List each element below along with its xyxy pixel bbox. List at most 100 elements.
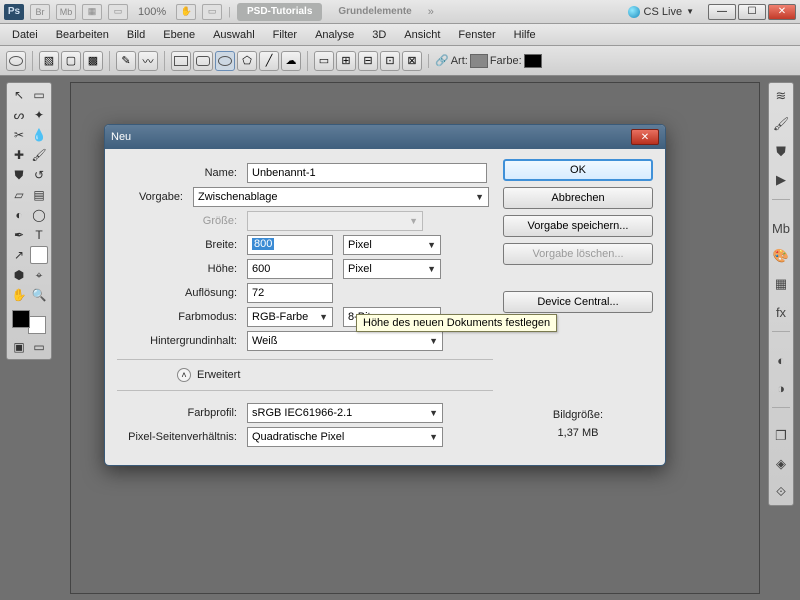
hand-tool-icon[interactable]: ✋ xyxy=(10,286,28,304)
path-select-icon[interactable]: ↗ xyxy=(10,246,28,264)
eraser-tool-icon[interactable]: ▱ xyxy=(10,186,28,204)
menu-3d[interactable]: 3D xyxy=(364,27,394,43)
view-icon[interactable]: ▭ xyxy=(202,4,222,20)
pathop-add-icon[interactable]: ⊞ xyxy=(336,51,356,71)
cancel-button[interactable]: Abbrechen xyxy=(503,187,653,209)
fillpixels-icon[interactable]: ▩ xyxy=(83,51,103,71)
wand-tool-icon[interactable]: ✦ xyxy=(30,106,48,124)
save-preset-button[interactable]: Vorgabe speichern... xyxy=(503,215,653,237)
height-input[interactable] xyxy=(247,259,333,279)
cs-live-button[interactable]: CS Live▼ xyxy=(628,6,694,18)
heal-tool-icon[interactable]: ✚ xyxy=(10,146,28,164)
blur-tool-icon[interactable]: ◐ xyxy=(10,206,28,224)
advanced-expander[interactable]: ˄ Erweitert xyxy=(177,368,493,382)
adjust2-panel-icon[interactable]: ◑ xyxy=(772,379,790,397)
menu-ebene[interactable]: Ebene xyxy=(155,27,203,43)
custom-shape-icon[interactable]: ☁ xyxy=(281,51,301,71)
3d-cam-icon[interactable]: ⌖ xyxy=(30,266,48,284)
roundrect-shape-icon[interactable] xyxy=(193,51,213,71)
menu-hilfe[interactable]: Hilfe xyxy=(506,27,544,43)
pen-tool-icon[interactable]: ✒ xyxy=(10,226,28,244)
shape-tool-icon[interactable] xyxy=(30,246,48,264)
pen-icon[interactable]: ✎ xyxy=(116,51,136,71)
par-dropdown[interactable]: Quadratische Pixel▼ xyxy=(247,427,443,447)
color-panel-icon[interactable]: 🎨 xyxy=(772,247,790,265)
swatches-panel-icon[interactable]: ▦ xyxy=(772,275,790,293)
preset-dropdown[interactable]: Zwischenablage▼ xyxy=(193,187,489,207)
window-close-button[interactable]: ✕ xyxy=(768,4,796,20)
stamp-tool-icon[interactable]: ⛊ xyxy=(10,166,28,184)
dialog-titlebar[interactable]: Neu ✕ xyxy=(105,125,665,149)
zoom-tool-icon[interactable]: 🔍 xyxy=(30,286,48,304)
quickmask-icon[interactable]: ▣ xyxy=(10,338,28,356)
gradient-tool-icon[interactable]: ▤ xyxy=(30,186,48,204)
hand-icon[interactable]: ✋ xyxy=(176,4,196,20)
minibridge-panel-icon[interactable]: Mb xyxy=(772,219,790,237)
move-tool-icon[interactable]: ↖ xyxy=(10,86,28,104)
3d-tool-icon[interactable]: ⬢ xyxy=(10,266,28,284)
fg-bg-swatch[interactable] xyxy=(10,308,48,336)
screenmode-icon[interactable]: ▭ xyxy=(108,4,128,20)
arrange-icon[interactable]: ▦ xyxy=(82,4,102,20)
mode-dropdown[interactable]: RGB-Farbe▼ xyxy=(247,307,333,327)
marquee-tool-icon[interactable]: ▭ xyxy=(30,86,48,104)
dialog-close-button[interactable]: ✕ xyxy=(631,129,659,145)
ok-button[interactable]: OK xyxy=(503,159,653,181)
bridge-chip[interactable]: Br xyxy=(30,4,50,20)
shape-layer-icon[interactable]: ▧ xyxy=(39,51,59,71)
type-tool-icon[interactable]: T xyxy=(30,226,48,244)
ellipse-shape-icon[interactable] xyxy=(215,51,235,71)
brushes-panel-icon[interactable]: 🖌 xyxy=(772,115,790,133)
rect-shape-icon[interactable] xyxy=(171,51,191,71)
brush-tool-icon[interactable]: 🖌 xyxy=(30,146,48,164)
crop-tool-icon[interactable]: ✂ xyxy=(10,126,28,144)
pathop-sub-icon[interactable]: ⊟ xyxy=(358,51,378,71)
tool-preset-icon[interactable] xyxy=(6,51,26,71)
zoom-level[interactable]: 100% xyxy=(134,6,170,18)
pathop-xor-icon[interactable]: ⊠ xyxy=(402,51,422,71)
menu-analyse[interactable]: Analyse xyxy=(307,27,362,43)
bg-color-icon[interactable] xyxy=(28,316,46,334)
width-unit-dropdown[interactable]: Pixel▼ xyxy=(343,235,441,255)
pathop-new-icon[interactable]: ▭ xyxy=(314,51,334,71)
lasso-tool-icon[interactable]: ᔕ xyxy=(10,106,28,124)
fg-color-icon[interactable] xyxy=(12,310,30,328)
screenmode2-icon[interactable]: ▭ xyxy=(30,338,48,356)
history-brush-icon[interactable]: ↺ xyxy=(30,166,48,184)
menu-datei[interactable]: Datei xyxy=(4,27,46,43)
resolution-input[interactable] xyxy=(247,283,333,303)
clone-panel-icon[interactable]: ⛊ xyxy=(772,143,790,161)
window-maximize-button[interactable]: ☐ xyxy=(738,4,766,20)
adjustments-panel-icon[interactable]: ≋ xyxy=(772,87,790,105)
workspace-tab-inactive[interactable]: Grundelemente xyxy=(328,3,421,21)
masks-panel-icon[interactable]: ◐ xyxy=(772,351,790,369)
paths-icon[interactable]: ▢ xyxy=(61,51,81,71)
minibridge-chip[interactable]: Mb xyxy=(56,4,76,20)
layers-panel-icon[interactable]: ❐ xyxy=(772,427,790,445)
color-swatch[interactable] xyxy=(524,54,542,68)
channels-panel-icon[interactable]: ◈ xyxy=(772,455,790,473)
window-minimize-button[interactable]: — xyxy=(708,4,736,20)
link-icon[interactable]: 🔗 xyxy=(435,54,449,67)
line-shape-icon[interactable]: ╱ xyxy=(259,51,279,71)
menu-ansicht[interactable]: Ansicht xyxy=(396,27,448,43)
bg-dropdown[interactable]: Weiß▼ xyxy=(247,331,443,351)
workspace-tab-active[interactable]: PSD-Tutorials xyxy=(237,3,322,21)
dodge-tool-icon[interactable]: ◯ xyxy=(30,206,48,224)
workspace-more-icon[interactable]: » xyxy=(428,6,434,18)
pathop-int-icon[interactable]: ⊡ xyxy=(380,51,400,71)
actions-panel-icon[interactable]: ▶ xyxy=(772,171,790,189)
menu-filter[interactable]: Filter xyxy=(265,27,305,43)
height-unit-dropdown[interactable]: Pixel▼ xyxy=(343,259,441,279)
menu-fenster[interactable]: Fenster xyxy=(450,27,503,43)
eyedropper-tool-icon[interactable]: 💧 xyxy=(30,126,48,144)
paths-panel-icon[interactable]: ⟐ xyxy=(772,483,790,501)
freeform-pen-icon[interactable]: 〰 xyxy=(138,51,158,71)
profile-dropdown[interactable]: sRGB IEC61966-2.1▼ xyxy=(247,403,443,423)
menu-auswahl[interactable]: Auswahl xyxy=(205,27,263,43)
device-central-button[interactable]: Device Central... xyxy=(503,291,653,313)
name-input[interactable] xyxy=(247,163,487,183)
polygon-shape-icon[interactable]: ⬠ xyxy=(237,51,257,71)
width-input[interactable]: 800 xyxy=(247,235,333,255)
style-swatch[interactable] xyxy=(470,54,488,68)
